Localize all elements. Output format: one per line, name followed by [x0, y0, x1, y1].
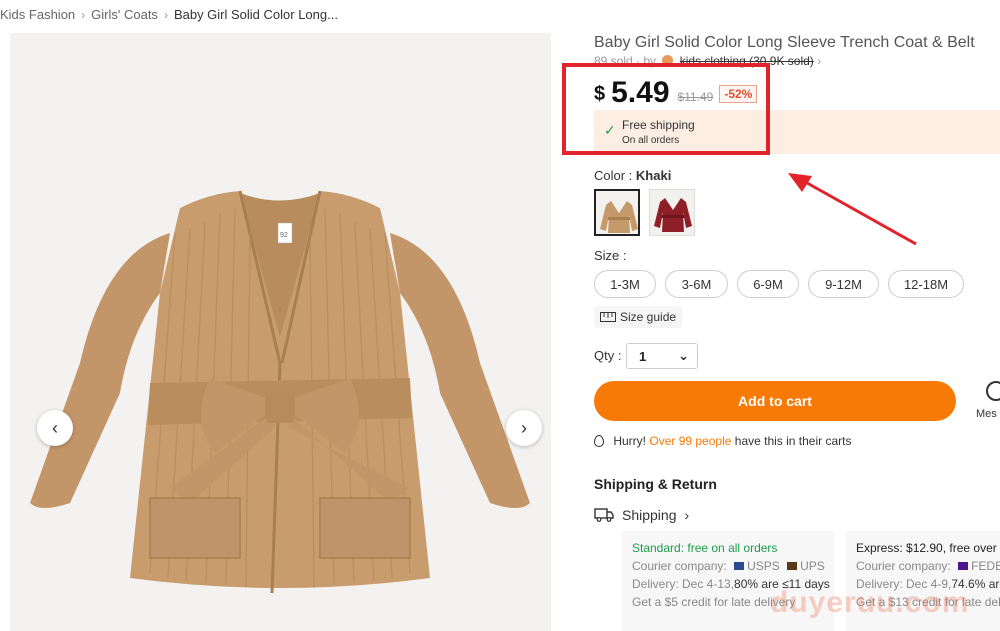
standard-shipping-head: Standard: free on all orders — [632, 541, 778, 555]
annotation-highlight-box — [562, 63, 770, 155]
coat-body: 92 — [30, 190, 530, 594]
color-swatch-khaki[interactable] — [594, 189, 640, 236]
breadcrumb-separator: › — [81, 7, 86, 22]
next-image-button[interactable]: › — [506, 410, 542, 446]
swatch-burgundy-image — [654, 198, 692, 232]
shipping-link[interactable]: Shipping › — [594, 507, 689, 523]
message-label[interactable]: Mes — [976, 408, 997, 420]
fedex-icon — [958, 562, 969, 570]
quantity-select[interactable]: 1 ⌄ — [626, 343, 698, 369]
courier-label: Courier company: — [856, 559, 951, 573]
watermark: duyeruu.com — [770, 586, 970, 619]
breadcrumb-girls-coats[interactable]: Girls' Coats — [91, 7, 158, 22]
hurry-count: Over 99 people — [649, 434, 732, 448]
delivery-dates: Delivery: Dec 4-13, — [632, 577, 735, 591]
previous-image-button[interactable]: ‹ — [37, 410, 73, 446]
shipping-link-label: Shipping — [622, 507, 677, 523]
flame-icon — [594, 435, 604, 447]
courier-line: Courier company: USPS UPS — [632, 557, 825, 575]
breadcrumb-separator: › — [163, 7, 168, 22]
courier-line: Courier company: FEDE — [856, 557, 1000, 575]
size-guide-label: Size guide — [620, 310, 677, 324]
hurry-notice: Hurry! Over 99 people have this in their… — [594, 434, 851, 448]
courier-fedex: FEDE — [971, 559, 1000, 573]
annotation-arrow-icon — [788, 173, 917, 246]
courier-usps: USPS — [747, 559, 780, 573]
color-label-text: Color : — [594, 168, 636, 183]
product-image[interactable]: 92 ‹ › — [10, 33, 551, 631]
color-swatch-burgundy[interactable] — [649, 189, 695, 236]
breadcrumb-kids-fashion[interactable]: Kids Fashion — [0, 7, 75, 22]
size-option-6-9m[interactable]: 6-9M — [737, 270, 799, 298]
coat-illustration: 92 — [30, 190, 530, 594]
size-option-1-3m[interactable]: 1-3M — [594, 270, 656, 298]
chevron-down-icon: ⌄ — [678, 348, 689, 363]
courier-label: Courier company: — [632, 559, 727, 573]
breadcrumb: Kids Fashion › Girls' Coats › Baby Girl … — [0, 7, 338, 22]
quantity-value: 1 — [639, 348, 647, 364]
courier-ups: UPS — [800, 559, 825, 573]
color-label: Color : Khaki — [594, 168, 671, 183]
size-guide-button[interactable]: Size guide — [594, 306, 683, 328]
hurry-prefix: Hurry! — [613, 434, 647, 448]
add-to-cart-button[interactable]: Add to cart — [594, 381, 956, 421]
ups-icon — [787, 562, 798, 570]
size-label: Size : — [594, 248, 627, 263]
size-option-9-12m[interactable]: 9-12M — [808, 270, 879, 298]
chevron-right-icon: › — [817, 54, 822, 68]
ruler-icon — [600, 312, 616, 322]
shipping-return-title: Shipping & Return — [594, 476, 717, 492]
hurry-suffix: have this in their carts — [734, 434, 852, 448]
express-shipping-head: Express: $12.90, free over — [856, 541, 997, 555]
usps-icon — [734, 562, 745, 570]
size-option-3-6m[interactable]: 3-6M — [665, 270, 728, 298]
chevron-right-icon: › — [684, 507, 690, 523]
swatch-khaki-image — [600, 201, 638, 233]
truck-icon — [594, 508, 614, 522]
breadcrumb-current: Baby Girl Solid Color Long... — [173, 7, 338, 22]
size-option-12-18m[interactable]: 12-18M — [888, 270, 964, 298]
color-selected: Khaki — [635, 168, 672, 183]
garment-tag: 92 — [280, 232, 288, 239]
message-icon[interactable] — [986, 381, 1000, 401]
qty-label: Qty : — [594, 348, 622, 363]
product-title: Baby Girl Solid Color Long Sleeve Trench… — [594, 34, 975, 51]
